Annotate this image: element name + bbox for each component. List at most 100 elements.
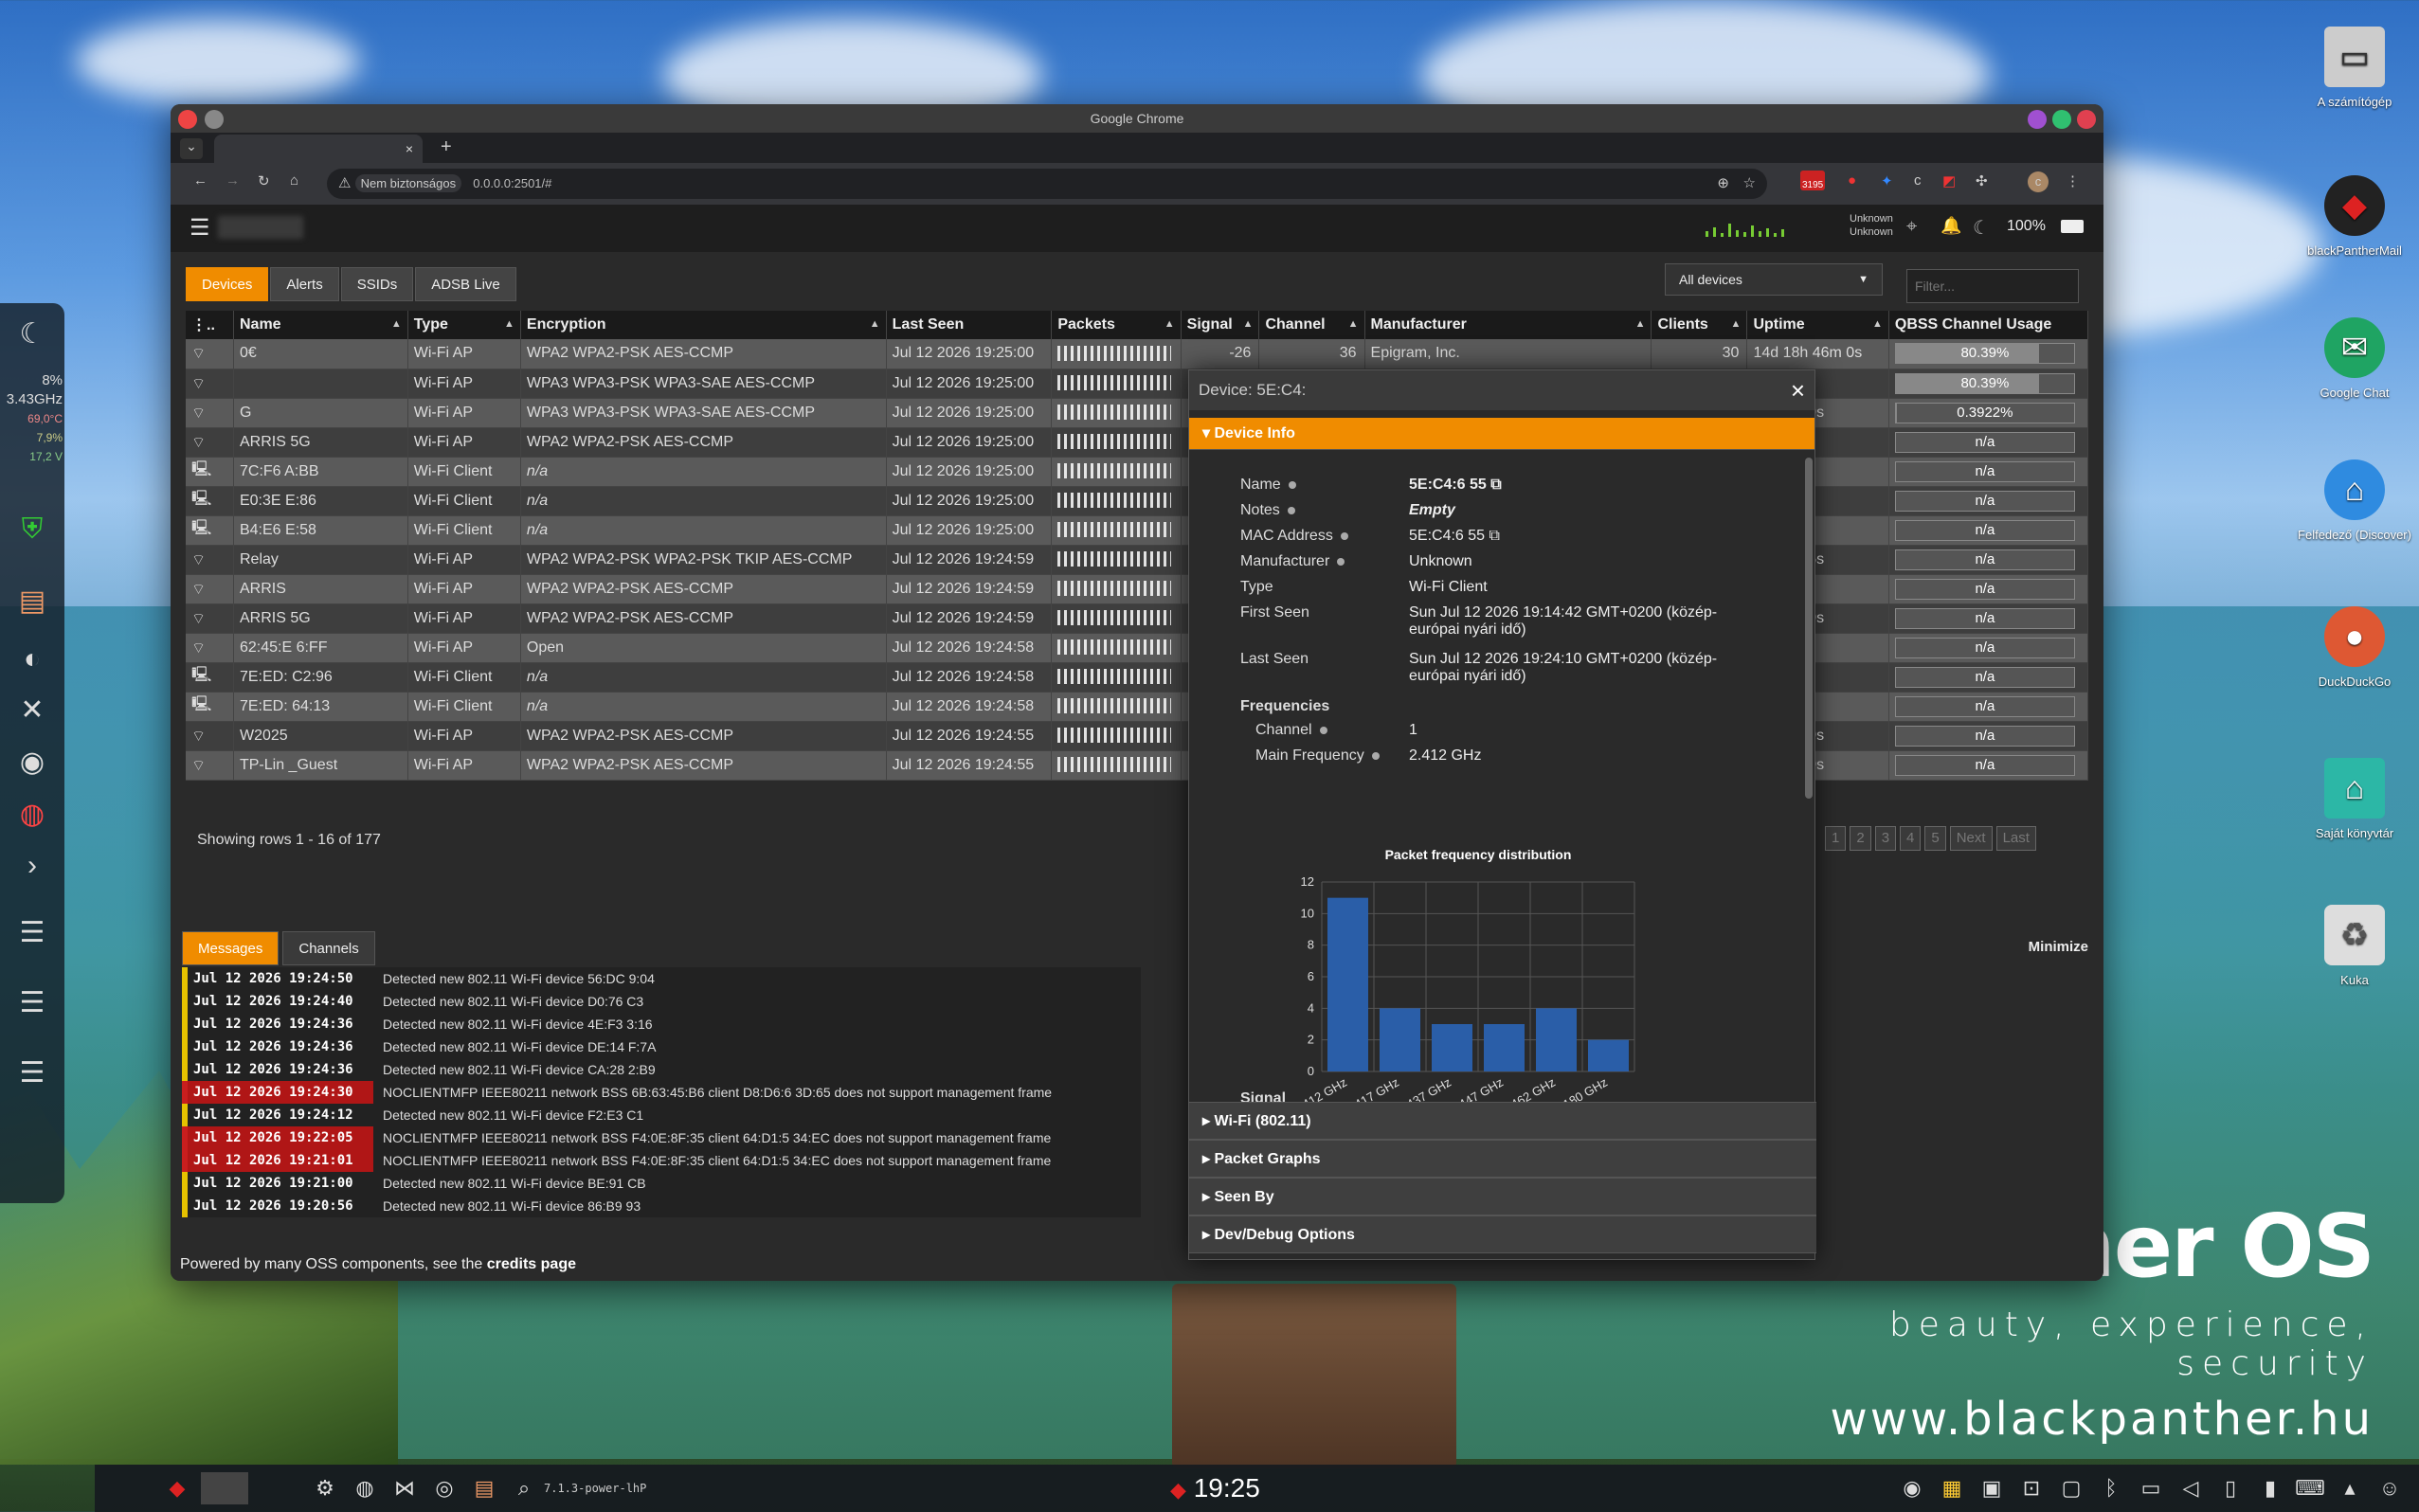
- column-header[interactable]: Signal ▲: [1181, 311, 1260, 339]
- page-4-button[interactable]: 4: [1900, 826, 1922, 851]
- battery-icon[interactable]: ▮: [2254, 1472, 2286, 1504]
- maximize-button[interactable]: [2052, 110, 2071, 129]
- tab-alerts[interactable]: Alerts: [270, 267, 339, 301]
- column-header[interactable]: Encryption ▲: [520, 311, 887, 339]
- phone-icon[interactable]: ▯: [2214, 1472, 2247, 1504]
- window-menu-icon[interactable]: [205, 110, 224, 129]
- network-icon[interactable]: ▭: [2135, 1472, 2167, 1504]
- puzzle-icon[interactable]: ✣: [1976, 172, 1988, 189]
- chrome-icon[interactable]: ◍: [9, 791, 55, 837]
- column-header[interactable]: Uptime ▲: [1746, 311, 1889, 339]
- section-device-info[interactable]: ▾ Device Info: [1189, 418, 1814, 450]
- desktop-icon-duckduckgo[interactable]: ● DuckDuckGo: [2288, 606, 2419, 689]
- column-menu[interactable]: ⋮..: [186, 311, 234, 339]
- section-wifi[interactable]: ▸ Wi-Fi (802.11): [1189, 1102, 1816, 1140]
- x-icon[interactable]: ✕: [9, 687, 55, 732]
- list-icon[interactable]: ☰: [9, 1050, 55, 1095]
- volume-icon[interactable]: ◁: [2175, 1472, 2207, 1504]
- settings-icon[interactable]: ⚙: [309, 1472, 341, 1504]
- menu-kebab-icon[interactable]: ⋮: [2066, 172, 2080, 189]
- bookmark-star-icon[interactable]: ☆: [1743, 169, 1756, 199]
- column-header[interactable]: Manufacturer ▲: [1364, 311, 1652, 339]
- device-view-select[interactable]: All devices ▼: [1665, 263, 1883, 296]
- clipboard-icon[interactable]: ▢: [2055, 1472, 2087, 1504]
- close-icon[interactable]: ×: [1791, 370, 1805, 410]
- bluetooth-icon[interactable]: ᛒ: [2095, 1472, 2127, 1504]
- column-header[interactable]: Packets ▲: [1051, 311, 1182, 339]
- device-notes[interactable]: Empty: [1409, 502, 1760, 519]
- eye-icon[interactable]: ◉: [9, 739, 55, 784]
- search-icon[interactable]: ⌕: [508, 1472, 540, 1504]
- moon-icon[interactable]: ☾: [9, 311, 55, 356]
- page-3-button[interactable]: 3: [1874, 826, 1897, 851]
- list-icon[interactable]: ☰: [9, 909, 55, 955]
- credits-link[interactable]: credits page: [487, 1256, 576, 1272]
- minimize-button[interactable]: [2028, 110, 2047, 129]
- next-page-button[interactable]: Next: [1949, 826, 1993, 851]
- help-icon[interactable]: [1340, 531, 1348, 540]
- globe-icon[interactable]: ◍: [349, 1472, 381, 1504]
- desktop-icon-chat[interactable]: ✉ Google Chat: [2288, 317, 2419, 400]
- back-icon[interactable]: ←: [193, 172, 208, 189]
- help-icon[interactable]: [1337, 557, 1345, 566]
- pdf-icon[interactable]: ◩: [1942, 172, 1956, 189]
- alert-bell-icon[interactable]: 🔔: [1941, 216, 1961, 236]
- chevron-up-icon[interactable]: ▴: [2334, 1472, 2366, 1504]
- page-1-button[interactable]: 1: [1825, 826, 1847, 851]
- new-tab-icon[interactable]: +: [441, 136, 452, 158]
- tab-search-icon[interactable]: ⌄: [180, 138, 203, 159]
- user-icon[interactable]: ☺: [2374, 1472, 2406, 1504]
- panel-scrollbar[interactable]: [1805, 458, 1813, 799]
- section-seen-by[interactable]: ▸ Seen By: [1189, 1178, 1816, 1215]
- tab-messages[interactable]: Messages: [182, 931, 280, 965]
- tab-adsb-live[interactable]: ADSB Live: [415, 267, 516, 301]
- window-thumbnail[interactable]: [201, 1472, 248, 1504]
- share-icon[interactable]: ⋈: [388, 1472, 421, 1504]
- tab-close-icon[interactable]: ×: [406, 135, 413, 163]
- avatar[interactable]: c: [2028, 171, 2049, 192]
- notes-icon[interactable]: ▦: [1936, 1472, 1968, 1504]
- reload-icon[interactable]: ↻: [258, 172, 270, 189]
- section-dev-debug[interactable]: ▸ Dev/Debug Options: [1189, 1215, 1816, 1253]
- table-row[interactable]: ⌔ 0€ Wi-Fi AP WPA2 WPA2-PSK AES-CCMP Jul 12 …: [186, 339, 2089, 369]
- lock-icon[interactable]: ⊡: [2015, 1472, 2048, 1504]
- desktop-icon-computer[interactable]: ▭ A számítógép: [2288, 27, 2419, 109]
- section-packet-graphs[interactable]: ▸ Packet Graphs: [1189, 1140, 1816, 1178]
- list-icon[interactable]: ☰: [9, 980, 55, 1025]
- column-header[interactable]: Clients ▲: [1651, 311, 1748, 339]
- help-icon[interactable]: [1319, 726, 1327, 734]
- desktop-icon-discover[interactable]: ⌂ Felfedező (Discover): [2288, 459, 2419, 542]
- browser-icon[interactable]: ◎: [428, 1472, 460, 1504]
- close-button[interactable]: [2077, 110, 2096, 129]
- zoom-icon[interactable]: ⊕: [1717, 169, 1729, 199]
- page-5-button[interactable]: 5: [1924, 826, 1946, 851]
- forward-icon[interactable]: →: [226, 172, 240, 189]
- keyboard-icon[interactable]: ⌨: [2294, 1472, 2326, 1504]
- tab-devices[interactable]: Devices: [186, 267, 269, 301]
- filter-input[interactable]: [1906, 269, 2079, 303]
- extension-icon[interactable]: ●: [1848, 172, 1856, 189]
- desktop-icon-home[interactable]: ⌂ Saját könyvtár: [2288, 758, 2419, 840]
- column-header[interactable]: QBSS Channel Usage: [1888, 311, 2089, 339]
- browser-icon[interactable]: ◐: [9, 637, 55, 682]
- column-header[interactable]: Name ▲: [233, 311, 408, 339]
- panther-menu-icon[interactable]: ◆: [161, 1472, 193, 1504]
- desktop-icon-mail[interactable]: ◆ blackPantherMail: [2288, 175, 2419, 258]
- folder-icon[interactable]: ▤: [9, 578, 55, 623]
- help-icon[interactable]: [1287, 506, 1295, 514]
- extension-badge[interactable]: 3195: [1800, 171, 1826, 190]
- column-header[interactable]: Channel ▲: [1258, 311, 1365, 339]
- last-page-button[interactable]: Last: [1995, 826, 2036, 851]
- extension-icon[interactable]: ✦: [1881, 172, 1893, 189]
- page-2-button[interactable]: 2: [1850, 826, 1871, 851]
- help-icon[interactable]: [1371, 751, 1380, 760]
- copy-icon[interactable]: ⧉: [1489, 528, 1500, 544]
- minimize-button[interactable]: Minimize: [2029, 939, 2088, 955]
- address-bar[interactable]: ⚠ Nem biztonságos 0.0.0.0:2501/# ⊕ ☆: [327, 169, 1767, 199]
- moon-icon[interactable]: ☾: [1973, 216, 1990, 240]
- tab-channels[interactable]: Channels: [282, 931, 375, 965]
- tab-ssids[interactable]: SSIDs: [340, 267, 414, 301]
- shield-icon[interactable]: ⛨: [9, 507, 55, 552]
- desktop-icon-trash[interactable]: ♻ Kuka: [2288, 905, 2419, 987]
- eye-icon[interactable]: ◉: [1896, 1472, 1928, 1504]
